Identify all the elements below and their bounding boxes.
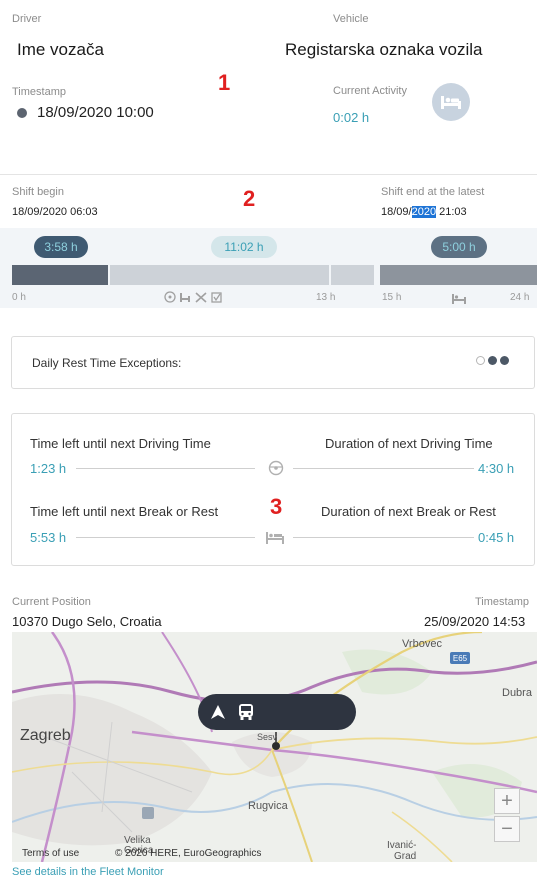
driving-pill: 3:58 h	[34, 236, 88, 258]
bed-icon	[432, 83, 470, 121]
shift-end-value: 18/09/2020 21:03	[381, 206, 467, 218]
current-activity-value: 0:02 h	[333, 110, 370, 125]
map-label-zagreb: Zagreb	[20, 727, 71, 744]
road-badge: E65	[450, 652, 470, 664]
shift-end-date: 18/09/	[381, 206, 412, 218]
row-line	[293, 468, 474, 469]
bed-icon	[452, 291, 466, 309]
map-roads	[12, 632, 537, 862]
rest-pill: 5:00 h	[431, 236, 487, 258]
zoom-in-button[interactable]: +	[494, 788, 520, 814]
map-view[interactable]: E65 Vrbovec Dubra Zagreb Sesv Rugvica Iv…	[12, 632, 537, 862]
vehicle-plate: Registarska oznaka vozila	[285, 40, 483, 59]
position-timestamp-label: Timestamp	[475, 596, 529, 608]
position-timestamp-value: 25/09/2020 14:53	[424, 614, 526, 629]
map-copyright: © 2020 HERE, EuroGeographics	[115, 848, 262, 859]
steering-wheel-icon	[268, 460, 284, 481]
current-activity-label: Current Activity	[333, 85, 407, 97]
navigation-arrow-icon	[210, 704, 226, 725]
map-label-rugvica: Rugvica	[248, 800, 288, 812]
time-left-break-value: 5:53 h	[30, 530, 67, 545]
timestamp-value: 18/09/2020 10:00	[37, 104, 154, 121]
clock-filled-icon	[500, 356, 509, 365]
duration-break-value: 0:45 h	[478, 530, 515, 545]
timeline-segment-rest	[380, 265, 537, 285]
activity-icons	[164, 290, 234, 309]
current-position-value: 10370 Dugo Selo, Croatia	[12, 614, 162, 629]
zoom-out-button[interactable]: −	[494, 816, 520, 842]
clock-filled-icon	[488, 356, 497, 365]
status-dot	[17, 108, 27, 118]
duration-driving-label: Duration of next Driving Time	[325, 436, 493, 451]
row-line	[76, 537, 255, 538]
clock-empty-icon	[476, 356, 485, 365]
vehicle-map-tooltip[interactable]	[198, 694, 356, 730]
vehicle-label: Vehicle	[333, 13, 369, 25]
driver-label: Driver	[12, 13, 42, 25]
fleet-monitor-link[interactable]: See details in the Fleet Monitor	[12, 866, 164, 878]
timeline-segment-work	[110, 265, 329, 285]
bus-icon	[238, 703, 254, 726]
airport-icon	[142, 807, 154, 819]
timestamp-label: Timestamp	[12, 86, 66, 98]
map-terms-link[interactable]: Terms of use	[22, 848, 79, 859]
shift-end-time: 21:03	[436, 206, 467, 218]
axis-start: 0 h	[12, 292, 26, 303]
duration-driving-value: 4:30 h	[478, 461, 515, 476]
section-marker-2: 2	[243, 186, 256, 211]
time-left-break-label: Time left until next Break or Rest	[30, 504, 219, 519]
work-pill: 11:02 h	[211, 236, 277, 258]
map-label-sesvete: Sesv	[257, 732, 278, 742]
exception-indicators	[476, 356, 509, 365]
row-line	[293, 537, 474, 538]
axis-mid: 13 h	[316, 292, 336, 303]
map-label-ivanic: Ivanić-	[387, 840, 417, 851]
axis-end: 24 h	[510, 292, 530, 303]
divider	[0, 174, 537, 175]
timeline-segment-gap	[331, 265, 374, 285]
shift-begin-value: 18/09/2020 06:03	[12, 206, 98, 218]
current-position-label: Current Position	[12, 596, 91, 608]
driver-name: Ime vozača	[17, 40, 104, 59]
time-left-driving-value: 1:23 h	[30, 461, 67, 476]
daily-rest-exceptions-label: Daily Rest Time Exceptions:	[32, 356, 182, 370]
section-marker-1: 1	[218, 70, 231, 95]
map-label-ivanic-grad: Grad	[394, 851, 417, 862]
daily-rest-exceptions-card: Daily Rest Time Exceptions:	[11, 336, 535, 389]
axis-right-start: 15 h	[382, 292, 402, 303]
bed-icon	[266, 531, 284, 549]
shift-begin-label: Shift begin	[12, 186, 64, 198]
section-marker-3: 3	[270, 494, 283, 519]
timeline-segment-driving	[12, 265, 108, 285]
map-label-vrbovec: Vrbovec	[402, 638, 442, 650]
duration-break-label: Duration of next Break or Rest	[321, 504, 496, 519]
time-left-driving-label: Time left until next Driving Time	[30, 436, 211, 451]
shift-end-label: Shift end at the latest	[381, 186, 485, 198]
map-label-dubrava: Dubra	[502, 687, 532, 699]
row-line	[76, 468, 255, 469]
shift-end-year-selected: 2020	[411, 206, 437, 218]
